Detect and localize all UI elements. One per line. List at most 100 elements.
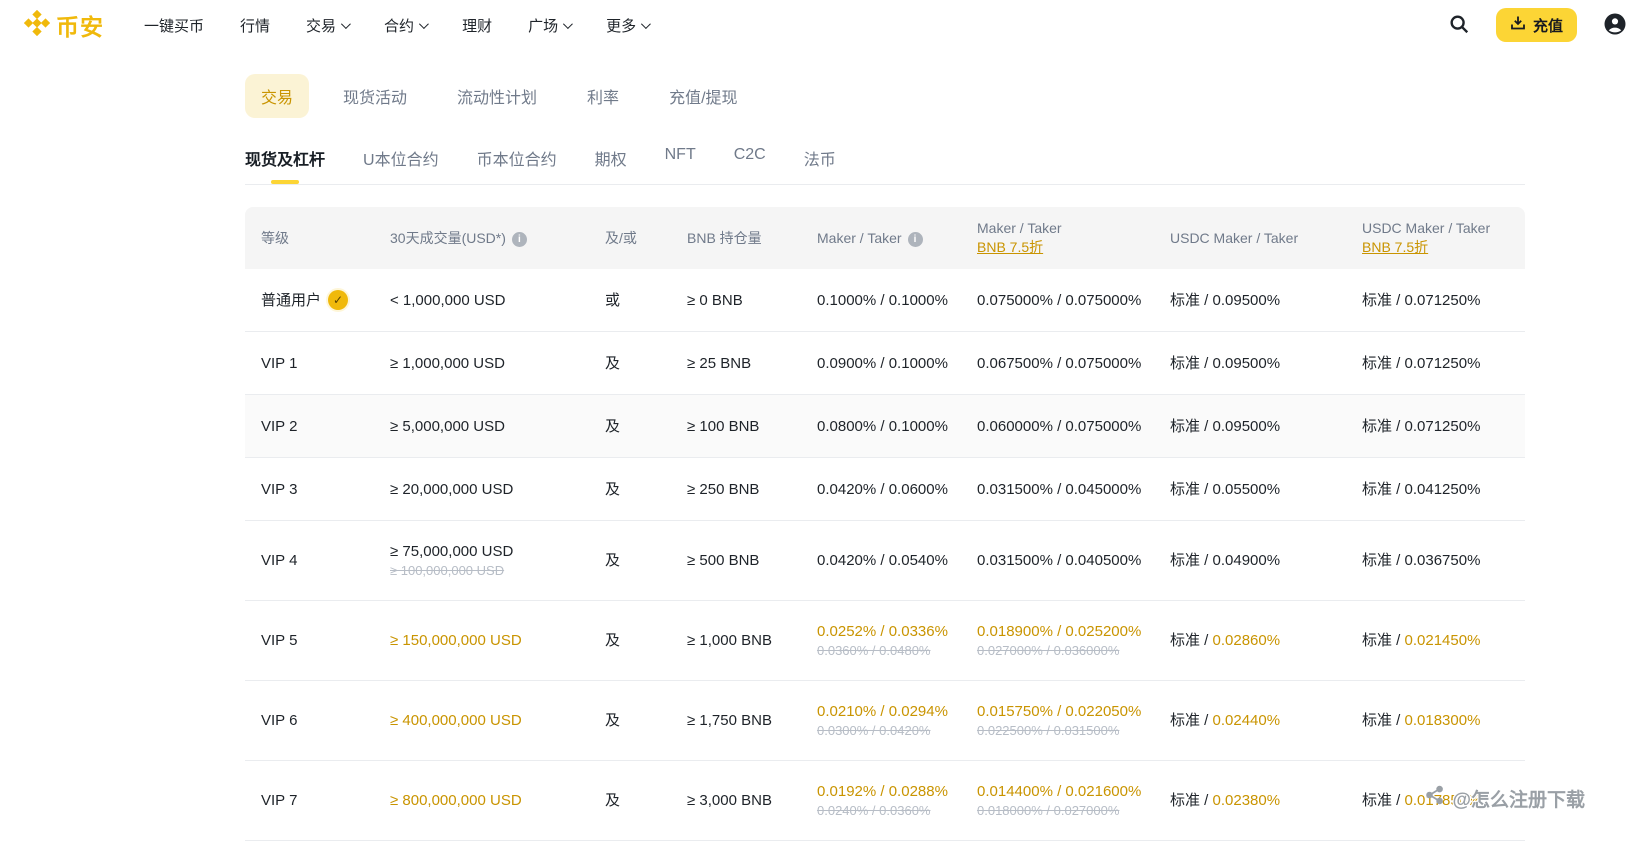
vip-level-label: VIP 3 <box>261 480 298 498</box>
table-row[interactable]: VIP 4 ≥ 75,000,000 USD ≥ 100,000,000 USD… <box>245 521 1525 601</box>
standard-label: 标准 / <box>1362 632 1405 649</box>
volume-value: ≥ 75,000,000 USD <box>390 543 514 560</box>
usdc-taker-value: 0.02860% <box>1212 632 1281 649</box>
maker-taker-bnb-discount-value: 0.015750% / 0.022050% <box>977 703 1142 720</box>
bnb-discount-link[interactable]: BNB 7.5折 <box>1362 239 1428 255</box>
standard-label: 标准 / <box>1170 552 1213 569</box>
bnb-holding-value: ≥ 500 BNB <box>687 552 760 569</box>
maker-taker-bnb-discount-value: 0.075000% / 0.075000% <box>977 291 1142 309</box>
standard-label: 标准 / <box>1170 480 1213 498</box>
nav-item-广场[interactable]: 广场 <box>528 15 573 36</box>
nav-item-label: 一键买币 <box>144 17 205 35</box>
header-maker-taker-bnb: Maker / Taker BNB 7.5折 <box>961 209 1154 267</box>
tab-充值/提现[interactable]: 充值/提现 <box>653 74 753 118</box>
bnb-holding-value: ≥ 1,000 BNB <box>687 632 772 649</box>
and-or-value: 及 <box>605 792 621 809</box>
deposit-button[interactable]: 充值 <box>1495 8 1577 42</box>
usdc-bnb-taker-value: 0.071250% <box>1404 417 1481 435</box>
standard-label: 标准 / <box>1362 792 1405 809</box>
table-row[interactable]: VIP 2 ≥ 5,000,000 USD 及 ≥ 100 BNB 0.0800… <box>245 395 1525 458</box>
deposit-label: 充值 <box>1532 17 1563 35</box>
nav-item-更多[interactable]: 更多 <box>606 15 651 36</box>
standard-label: 标准 / <box>1362 552 1405 569</box>
usdc-bnb-taker-value: 0.018300% <box>1404 712 1481 729</box>
tab-流动性计划[interactable]: 流动性计划 <box>441 74 553 118</box>
bnb-discount-link[interactable]: BNB 7.5折 <box>977 239 1043 255</box>
nav-item-合约[interactable]: 合约 <box>384 15 429 36</box>
maker-taker-bnb-discount-value: 0.018900% / 0.025200% <box>977 623 1142 640</box>
standard-label: 标准 / <box>1170 354 1213 372</box>
volume-value: ≥ 800,000,000 USD <box>390 792 522 809</box>
usdc-bnb-taker-value: 0.041250% <box>1404 480 1481 498</box>
standard-label: 标准 / <box>1170 291 1213 309</box>
bnb-holding-value: ≥ 3,000 BNB <box>687 792 772 809</box>
vip-level-label: VIP 7 <box>261 792 298 809</box>
header-usdc-bnb-label: USDC Maker / Taker <box>1362 220 1491 236</box>
table-row[interactable]: VIP 1 ≥ 1,000,000 USD 及 ≥ 25 BNB 0.0900%… <box>245 332 1525 395</box>
subtab-期权[interactable]: 期权 <box>595 146 627 184</box>
table-row[interactable]: VIP 3 ≥ 20,000,000 USD 及 ≥ 250 BNB 0.042… <box>245 458 1525 521</box>
account-button[interactable] <box>1603 12 1627 39</box>
and-or-value: 及 <box>605 552 621 569</box>
maker-taker-value: 0.0420% / 0.0540% <box>817 552 948 569</box>
usdc-taker-value: 0.09500% <box>1212 354 1281 372</box>
maker-taker-bnb-discount-old-value: 0.027000% / 0.036000% <box>977 643 1120 658</box>
nav-item-理财[interactable]: 理财 <box>462 15 492 36</box>
subtab-NFT[interactable]: NFT <box>665 146 696 178</box>
standard-label: 标准 / <box>1170 792 1213 809</box>
usdc-taker-value: 0.05500% <box>1212 480 1281 498</box>
volume-value: ≥ 400,000,000 USD <box>390 712 522 729</box>
chevron-down-icon <box>563 18 573 29</box>
subtab-C2C[interactable]: C2C <box>734 146 766 178</box>
nav-item-一键买币[interactable]: 一键买币 <box>144 15 204 36</box>
volume-old-value: ≥ 100,000,000 USD <box>390 563 505 578</box>
subtab-现货及杠杆[interactable]: 现货及杠杆 <box>245 146 325 184</box>
bnb-holding-value: ≥ 250 BNB <box>687 480 760 498</box>
maker-taker-bnb-discount-value: 0.014400% / 0.021600% <box>977 783 1142 800</box>
info-icon[interactable]: i <box>907 231 923 247</box>
download-icon <box>1510 15 1526 35</box>
search-icon <box>1448 13 1470 38</box>
header-maker-taker-label: Maker / Taker <box>817 229 902 246</box>
usdc-bnb-taker-value: 0.036750% <box>1404 552 1481 569</box>
bnb-holding-value: ≥ 25 BNB <box>687 354 752 372</box>
binance-logo[interactable]: 币安 <box>23 8 104 42</box>
maker-taker-value: 0.0900% / 0.1000% <box>817 354 948 372</box>
table-header: 等级 30天成交量(USD*) i 及/或 BNB 持仓量 Maker / Tak… <box>245 207 1525 269</box>
bnb-holding-value: ≥ 1,750 BNB <box>687 712 772 729</box>
nav-item-行情[interactable]: 行情 <box>240 15 270 36</box>
tab-现货活动[interactable]: 现货活动 <box>327 74 423 118</box>
subtab-法币[interactable]: 法币 <box>804 146 836 184</box>
info-icon[interactable]: i <box>511 231 527 247</box>
header-bnb-holding: BNB 持仓量 <box>687 229 762 246</box>
header-maker-taker-bnb-label: Maker / Taker <box>977 220 1062 236</box>
maker-taker-value: 0.0192% / 0.0288% <box>817 783 948 800</box>
nav-item-交易[interactable]: 交易 <box>306 15 351 36</box>
chevron-down-icon <box>419 18 429 29</box>
header-maker-taker: Maker / Taker i <box>801 219 961 258</box>
table-row[interactable]: VIP 7 ≥ 800,000,000 USD 及 ≥ 3,000 BNB 0.… <box>245 761 1525 841</box>
standard-label: 标准 / <box>1170 712 1213 729</box>
nav-item-label: 合约 <box>384 17 415 35</box>
share-icon <box>1424 784 1446 812</box>
maker-taker-bnb-discount-old-value: 0.022500% / 0.031500% <box>977 723 1120 738</box>
maker-taker-value: 0.0800% / 0.1000% <box>817 417 948 435</box>
table-row[interactable]: VIP 5 ≥ 150,000,000 USD 及 ≥ 1,000 BNB 0.… <box>245 601 1525 681</box>
verified-badge-icon: ✓ <box>328 290 349 310</box>
table-row[interactable]: 普通用户 ✓ < 1,000,000 USD 或 ≥ 0 BNB 0.1000%… <box>245 269 1525 332</box>
active-tab-underline <box>271 180 299 184</box>
header-usdc-maker-taker: USDC Maker / Taker <box>1170 229 1299 246</box>
usdc-taker-value: 0.02380% <box>1212 792 1281 809</box>
nav-item-label: 行情 <box>240 17 271 35</box>
standard-label: 标准 / <box>1362 712 1405 729</box>
header-and-or: 及/或 <box>605 229 637 246</box>
subtab-U本位合约[interactable]: U本位合约 <box>363 146 439 184</box>
nav-menu: 一键买币 行情 交易 合约 理财 广场 更多 <box>144 15 651 36</box>
search-button[interactable] <box>1448 13 1470 38</box>
nav-item-label: 交易 <box>306 17 337 35</box>
tab-交易[interactable]: 交易 <box>245 74 310 118</box>
table-row[interactable]: VIP 6 ≥ 400,000,000 USD 及 ≥ 1,750 BNB 0.… <box>245 681 1525 761</box>
subtab-币本位合约[interactable]: 币本位合约 <box>477 146 557 184</box>
tab-利率[interactable]: 利率 <box>571 74 635 118</box>
maker-taker-value: 0.1000% / 0.1000% <box>817 291 948 309</box>
